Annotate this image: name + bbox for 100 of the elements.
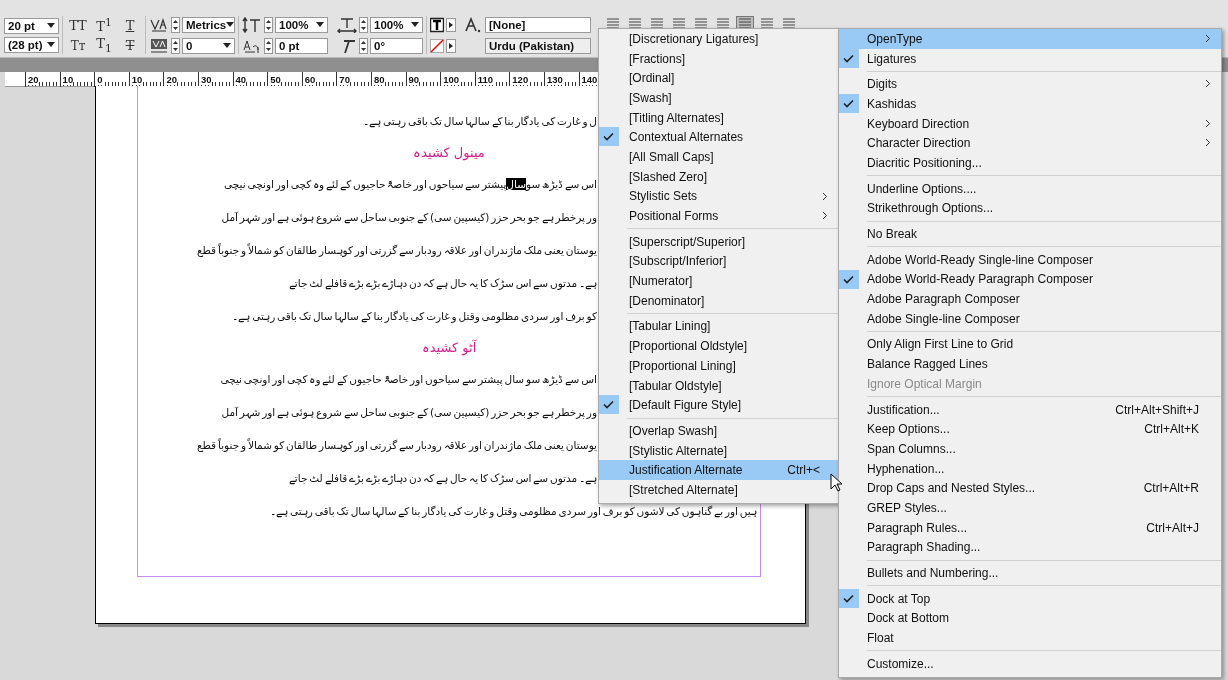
urdu-text: پیشتر سے سیاحوں اور خاصۃً حاجیوں کے لئے وہ کچی اور اونچی نیچی <box>224 177 507 190</box>
urdu-text: ہے۔ مدتوں سے اس سڑک کا یہ حال ہے کہ دن دہاڑے بڑے بڑے قافلے لٹ جاتے <box>288 471 597 484</box>
align-button[interactable] <box>670 16 688 31</box>
align-button[interactable] <box>692 16 710 31</box>
menu-item[interactable]: Adobe World-Ready Paragraph Composer <box>839 269 1221 290</box>
menu-item[interactable]: [Fractions] <box>599 48 838 69</box>
menu-item[interactable]: [Swash] <box>599 88 838 108</box>
menu-item[interactable]: [Default Figure Style] <box>599 395 838 416</box>
align-button[interactable] <box>626 16 644 31</box>
menu-item[interactable]: Justification Alternate Ctrl+< <box>599 460 838 481</box>
menu-item[interactable]: Keyboard Direction <box>839 113 1221 134</box>
ruler-label: 120 <box>510 74 529 85</box>
menu-item[interactable]: Kashidas <box>839 94 1221 114</box>
ruler-label: 60 <box>302 74 316 85</box>
align-button[interactable] <box>758 16 776 31</box>
align-button[interactable] <box>780 16 798 31</box>
ruler-label: 140 <box>579 74 598 85</box>
menu-item[interactable]: [Stylistic Alternate] <box>599 440 838 461</box>
menu-item[interactable]: Positional Forms <box>599 206 838 226</box>
menu-item[interactable]: Underline Options.... <box>839 178 1221 199</box>
text-fill-icon[interactable] <box>430 16 444 33</box>
ruler-label: 10 <box>129 74 143 85</box>
text-style-button[interactable]: Tт <box>66 35 90 55</box>
play-icon[interactable] <box>446 37 456 54</box>
baseline-shift-field[interactable]: 0 pt <box>275 37 328 54</box>
menu-item[interactable]: [Proportional Lining] <box>599 356 838 376</box>
font-size-dropdown[interactable]: 20 pt <box>4 17 59 34</box>
menu-item[interactable]: Ligatures <box>839 48 1221 69</box>
spinner-icon[interactable] <box>171 16 180 33</box>
menu-item[interactable]: Dock at Bottom <box>839 608 1221 629</box>
stroke-none-icon[interactable] <box>430 37 444 54</box>
menu-item[interactable]: No Break <box>839 224 1221 244</box>
horizontal-scale-dropdown[interactable]: 100% <box>370 16 423 33</box>
menu-item[interactable]: Digits <box>839 74 1221 95</box>
menu-item[interactable]: GREP Styles... <box>839 498 1221 518</box>
tracking-dropdown[interactable]: 0 <box>182 37 235 54</box>
menu-item[interactable]: Only Align First Line to Grid <box>839 334 1221 355</box>
urdu-text: ہیں اور بے گناہوں کی لاشوں کو برف اور سردی مظلومی وقتل و غارت کی یادگار بنا کے سالہا سال تک باقی رہتی ہے۔ <box>270 504 757 517</box>
vertical-scale-icon <box>242 16 262 33</box>
menu-item[interactable]: [Ordinal] <box>599 68 838 89</box>
skew-field[interactable]: 0° <box>370 37 423 54</box>
menu-item[interactable]: Diacritic Positioning... <box>839 153 1221 173</box>
menu-item[interactable]: Contextual Alternates <box>599 127 838 148</box>
menu-item[interactable]: Drop Caps and Nested Styles... Ctrl+Alt+R <box>839 478 1221 499</box>
menu-item[interactable]: Justification... Ctrl+Alt+Shift+J <box>839 399 1221 420</box>
spinner-icon[interactable] <box>359 37 368 54</box>
menu-item[interactable]: OpenType <box>839 29 1221 49</box>
character-style-dropdown[interactable]: [None] <box>485 16 591 33</box>
leading-dropdown[interactable]: (28 pt) <box>4 36 59 53</box>
ruler-label: 30 <box>198 74 212 85</box>
text-style-button[interactable]: T$^{1}$ <box>92 15 116 35</box>
ruler-label: 100 <box>441 74 459 85</box>
kerning-dropdown[interactable]: Metrics <box>182 16 235 33</box>
menu-item[interactable]: [Tabular Lining] <box>599 316 838 337</box>
menu-item[interactable]: Paragraph Shading... <box>839 537 1221 558</box>
menu-item[interactable]: Float <box>839 628 1221 648</box>
menu-item[interactable]: [Titling Alternates] <box>599 107 838 128</box>
menu-item[interactable]: Adobe World-Ready Single-line Composer <box>839 249 1221 270</box>
menu-item[interactable]: [Proportional Oldstyle] <box>599 336 838 356</box>
menu-item[interactable]: [Subscript/Inferior] <box>599 251 838 272</box>
menu-item[interactable]: Stylistic Sets <box>599 186 838 207</box>
menu-item[interactable]: Character Direction <box>839 133 1221 154</box>
play-icon[interactable] <box>446 16 456 33</box>
menu-item[interactable]: Dock at Top <box>839 588 1221 609</box>
language-dropdown[interactable]: Urdu (Pakistan) <box>485 37 591 54</box>
align-button[interactable] <box>648 16 666 31</box>
menu-item[interactable]: [Discretionary Ligatures] <box>599 29 838 49</box>
spinner-icon[interactable] <box>171 37 180 54</box>
menu-item[interactable]: [All Small Caps] <box>599 147 838 167</box>
selected-text: سال <box>506 177 526 190</box>
spinner-icon[interactable] <box>359 16 368 33</box>
urdu-text: ور پرخطر ہے جو بحر حزر (کیسپین سی) کے جنوبی ساحل سے شروع ہوئی ہے اور شہر آمل <box>221 210 597 223</box>
menu-item[interactable]: Customize... <box>839 653 1221 674</box>
spinner-icon[interactable] <box>264 16 273 33</box>
menu-item[interactable]: [Slashed Zero] <box>599 166 838 187</box>
menu-item[interactable]: Keep Options... Ctrl+Alt+K <box>839 419 1221 440</box>
align-button[interactable] <box>604 16 622 31</box>
text-style-button[interactable]: T$_{1}$ <box>92 35 116 55</box>
menu-item[interactable]: Bullets and Numbering... <box>839 563 1221 583</box>
text-style-button[interactable]: T <box>118 35 142 55</box>
ruler-label: 80 <box>371 74 385 85</box>
menu-item[interactable]: Balance Ragged Lines <box>839 354 1221 374</box>
spinner-icon[interactable] <box>264 37 273 54</box>
menu-item[interactable]: [Overlap Swash] <box>599 421 838 441</box>
menu-item[interactable]: Adobe Paragraph Composer <box>839 289 1221 309</box>
menu-item[interactable]: [Tabular Oldstyle] <box>599 375 838 396</box>
align-button[interactable] <box>714 16 732 31</box>
menu-item[interactable]: Strikethrough Options... <box>839 198 1221 219</box>
menu-item[interactable]: Paragraph Rules... Ctrl+Alt+J <box>839 517 1221 538</box>
vertical-scale-dropdown[interactable]: 100% <box>275 16 328 33</box>
text-style-button[interactable]: TT <box>66 15 90 35</box>
menu-item[interactable]: Adobe Single-line Composer <box>839 308 1221 329</box>
urdu-text: یوستان یعنی ملک ماژندران اور علاقہ رودبار سے گزرتی اور کوہسار طالقان کو شمالاً و جنوباً قطع <box>196 243 597 256</box>
menu-item[interactable]: [Denominator] <box>599 290 838 311</box>
menu-item[interactable]: Hyphenation... <box>839 458 1221 479</box>
urdu-heading: مینول کشیدہ <box>413 144 485 160</box>
menu-item[interactable]: [Superscript/Superior] <box>599 231 838 252</box>
menu-item[interactable]: [Numerator] <box>599 271 838 291</box>
menu-item[interactable]: Span Columns... <box>839 439 1221 459</box>
text-style-button[interactable]: T <box>118 15 142 35</box>
